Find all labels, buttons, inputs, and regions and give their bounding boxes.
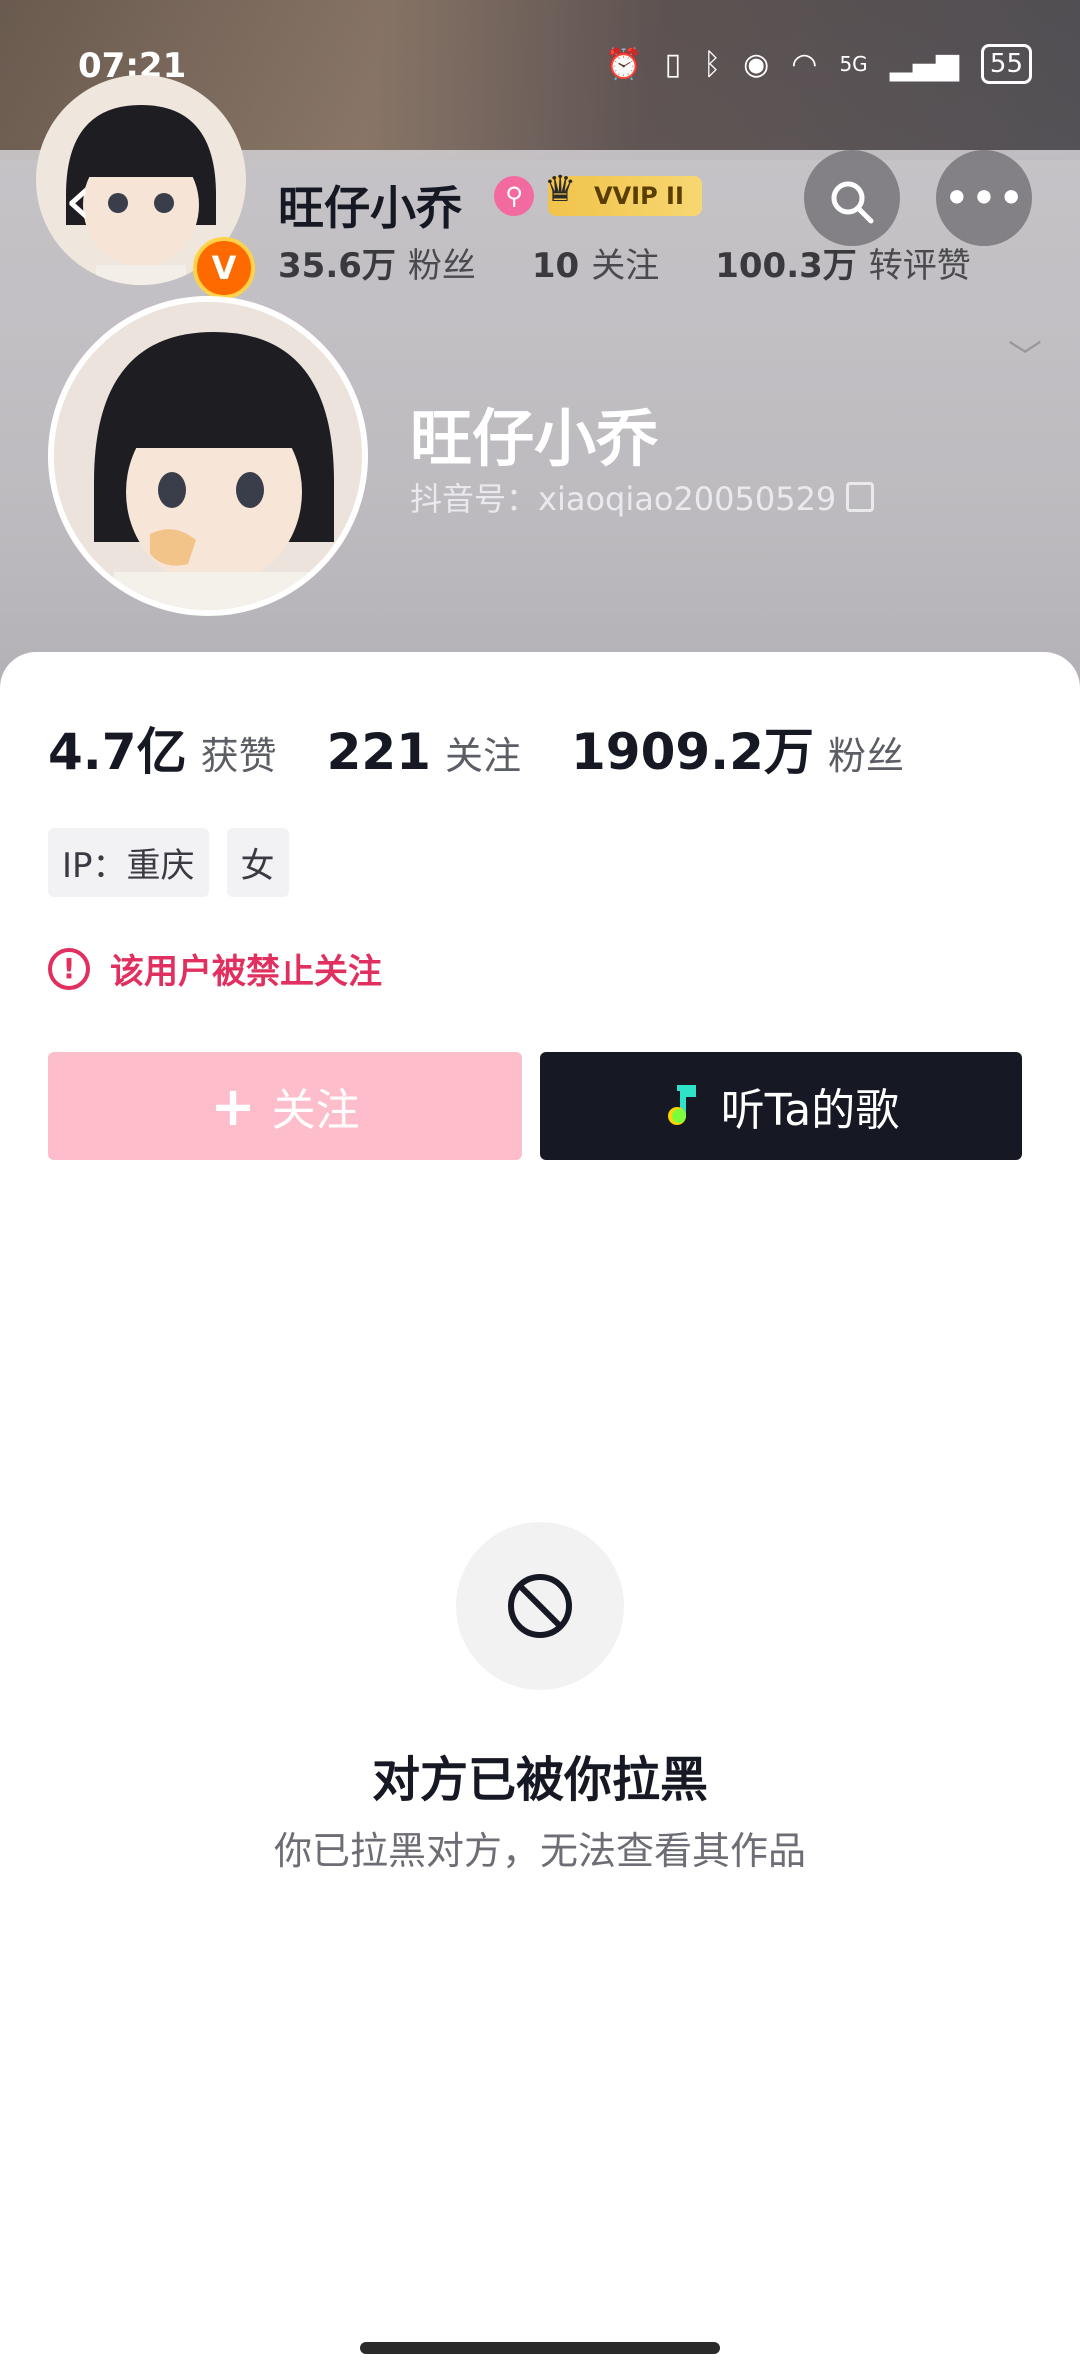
- profile-avatar[interactable]: [48, 296, 368, 616]
- bluetooth-icon: ᛒ: [703, 46, 722, 82]
- home-indicator[interactable]: [360, 2342, 720, 2354]
- header-stats: 35.6万 粉丝 10 关注 100.3万 转评赞: [278, 238, 971, 287]
- ip-tag: IP：重庆: [48, 828, 209, 897]
- crown-icon: ♛: [544, 169, 577, 210]
- stat-likes[interactable]: 4.7亿 获赞: [48, 712, 277, 784]
- avatar-image: [54, 302, 362, 610]
- stat-following[interactable]: 221 关注: [327, 723, 521, 781]
- plus-icon: +: [210, 1074, 256, 1138]
- music-note-icon: [667, 1085, 696, 1125]
- header-stat-fans: 35.6万 粉丝: [278, 246, 476, 286]
- chevron-down-icon[interactable]: ﹀: [1008, 330, 1042, 379]
- wifi-icon: ◠: [791, 46, 818, 82]
- back-icon[interactable]: ‹: [64, 160, 124, 240]
- copy-icon[interactable]: [846, 482, 875, 512]
- block-icon: [508, 1574, 572, 1638]
- profile-tags: IP：重庆 女: [48, 828, 289, 897]
- header-stat-following: 10 关注: [531, 246, 660, 286]
- vibrate-icon: ▯: [664, 46, 682, 82]
- blocked-indicator: [456, 1522, 624, 1690]
- vip-badge: ♛ VVIP II: [544, 170, 702, 216]
- ban-notice: ! 该用户被禁止关注: [48, 944, 382, 993]
- warning-icon: !: [48, 947, 90, 990]
- ban-notice-text: 该用户被禁止关注: [110, 952, 382, 992]
- douyin-id[interactable]: 抖音号：xiaoqiao20050529: [410, 474, 875, 520]
- more-icon: •••: [943, 171, 1025, 225]
- blocked-subtitle: 你已拉黑对方，无法查看其作品: [273, 1829, 806, 1873]
- listen-song-button[interactable]: 听Ta的歌: [540, 1052, 1022, 1160]
- profile-stats: 4.7亿 获赞 221 关注 1909.2万 粉丝: [48, 712, 904, 784]
- status-icons: ⏰ ▯ ᛒ ◉ ◠ 5G ▂▄▆ 55: [605, 44, 1032, 84]
- stat-followers[interactable]: 1909.2万 粉丝: [571, 712, 904, 784]
- header-stat-interactions: 100.3万 转评赞: [715, 246, 971, 286]
- more-button[interactable]: •••: [936, 150, 1032, 246]
- gender-tag: 女: [226, 828, 289, 897]
- profile-card: 4.7亿 获赞 221 关注 1909.2万 粉丝 IP：重庆 女 ! 该用户被禁止关…: [0, 652, 1080, 2378]
- signal-label: 5G: [839, 52, 868, 76]
- blocked-title: 对方已被你拉黑: [371, 1752, 708, 1808]
- follow-button[interactable]: + 关注: [48, 1052, 522, 1160]
- header-username: 旺仔小乔: [278, 181, 462, 235]
- search-icon: [831, 181, 874, 223]
- alarm-icon: ⏰: [605, 46, 643, 82]
- battery-icon: 55: [980, 44, 1032, 84]
- signal-icon: ▂▄▆: [889, 46, 959, 82]
- search-button[interactable]: [804, 150, 900, 246]
- profile-name: 旺仔小乔: [410, 402, 659, 475]
- location-icon: ◉: [743, 46, 770, 82]
- verified-badge-icon: V: [193, 237, 255, 299]
- badge-icon: ⚲: [494, 176, 534, 216]
